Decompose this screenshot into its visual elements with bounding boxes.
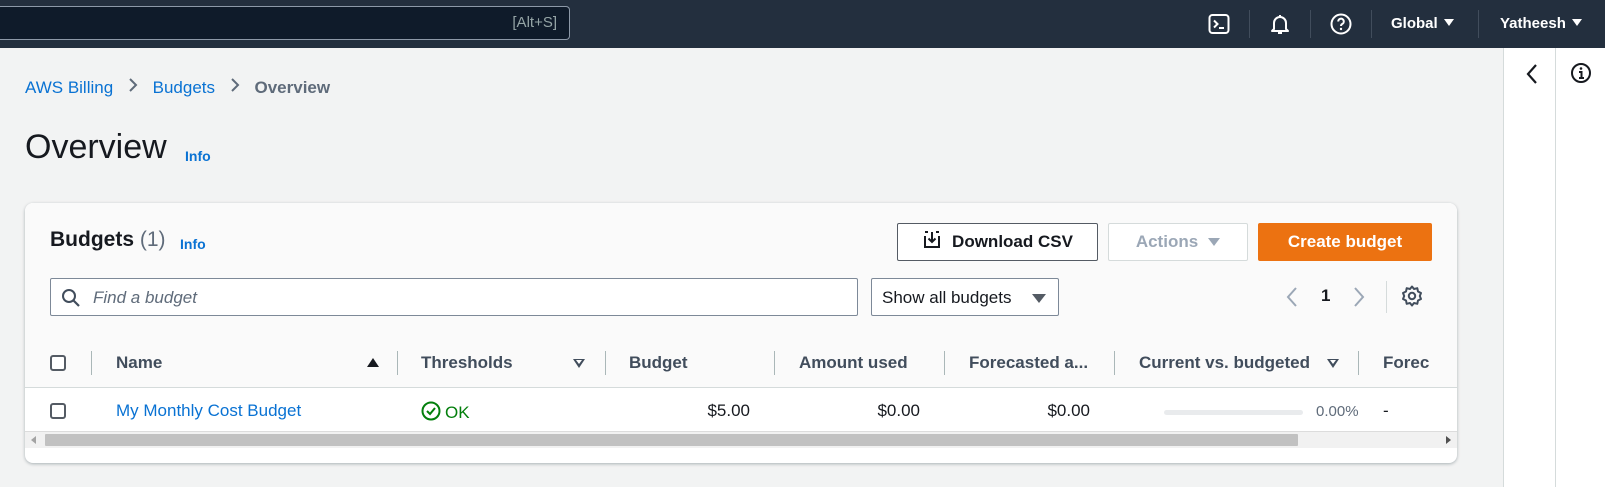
budget-amount: $5.00	[707, 401, 750, 420]
previous-page-button[interactable]	[1285, 286, 1299, 313]
current-vs-budgeted-percent: 0.00%	[1316, 403, 1359, 420]
search-icon	[61, 288, 81, 313]
breadcrumb-separator-icon	[128, 77, 138, 98]
column-header-forecasted[interactable]: Forecasted a...	[969, 353, 1088, 373]
column-divider[interactable]	[1114, 351, 1115, 375]
next-page-button[interactable]	[1352, 286, 1366, 313]
check-circle-icon	[421, 401, 441, 421]
pagination-divider	[1386, 281, 1387, 313]
horizontal-scrollbar[interactable]	[25, 431, 1457, 448]
user-label: Yatheesh	[1500, 15, 1566, 32]
table-row: My Monthly Cost Budget OK $5.00 $0.00 $0…	[25, 388, 1457, 434]
current-page-number[interactable]: 1	[1321, 286, 1330, 306]
sort-icon[interactable]	[1327, 359, 1339, 368]
chevron-left-icon[interactable]	[1524, 62, 1540, 91]
scroll-left-arrow-icon[interactable]	[31, 436, 36, 444]
create-budget-label: Create budget	[1287, 232, 1403, 251]
nav-divider	[1310, 10, 1311, 38]
find-budget-field[interactable]	[50, 278, 858, 317]
settings-gear-icon[interactable]	[1400, 284, 1424, 313]
budget-filter-value: Show all budgets	[882, 288, 1012, 307]
global-search-input[interactable]: [Alt+S]	[0, 6, 570, 40]
breadcrumb-aws-billing[interactable]: AWS Billing	[25, 78, 113, 97]
caret-down-icon	[1032, 294, 1046, 303]
threshold-status-label: OK	[445, 403, 470, 422]
column-divider	[91, 351, 92, 375]
budget-name-link[interactable]: My Monthly Cost Budget	[116, 401, 301, 421]
page-title: Overview	[25, 128, 167, 166]
column-divider[interactable]	[397, 351, 398, 375]
column-header-thresholds[interactable]: Thresholds	[421, 353, 513, 373]
current-vs-budgeted-progress-bar	[1164, 410, 1303, 415]
nav-divider	[1371, 10, 1372, 38]
budget-filter-select[interactable]: Show all budgets	[871, 278, 1059, 316]
column-divider[interactable]	[605, 351, 606, 375]
scroll-right-arrow-icon[interactable]	[1446, 436, 1451, 444]
actions-label: Actions	[1135, 232, 1199, 251]
breadcrumb-current: Overview	[254, 78, 331, 97]
sort-icon[interactable]	[573, 359, 585, 368]
column-header-forecasted-vs-budgeted[interactable]: Forec	[1383, 353, 1429, 373]
download-csv-button[interactable]: Download CSV	[897, 223, 1098, 261]
forecasted-amount: $0.00	[1047, 401, 1090, 420]
budgets-title: Budgets	[50, 228, 134, 251]
region-label: Global	[1391, 15, 1438, 32]
search-shortcut-hint: [Alt+S]	[512, 14, 557, 31]
top-nav-bar: [Alt+S] Global Yatheesh	[0, 0, 1605, 48]
breadcrumb: AWS Billing Budgets Overview	[25, 77, 330, 98]
scrollbar-thumb[interactable]	[45, 434, 1298, 446]
budgets-table-container: Budgets (1) Info Download CSV Actions Cr…	[25, 203, 1457, 463]
column-header-name[interactable]: Name	[116, 353, 162, 373]
caret-down-icon	[1208, 238, 1221, 246]
threshold-status: OK	[421, 401, 470, 423]
column-header-amount-used[interactable]: Amount used	[799, 353, 908, 373]
budgets-heading: Budgets (1)	[50, 228, 166, 252]
caret-down-icon	[1571, 19, 1582, 26]
row-checkbox[interactable]	[50, 403, 66, 419]
sort-ascending-icon[interactable]	[367, 358, 379, 367]
breadcrumb-budgets[interactable]: Budgets	[153, 78, 215, 97]
forecasted-vs-budgeted-value: -	[1383, 401, 1389, 420]
nav-divider	[1478, 10, 1479, 38]
cloudshell-icon[interactable]	[1207, 12, 1231, 36]
table-header-row: Name Thresholds Budget Amount used Forec…	[25, 339, 1457, 388]
breadcrumb-separator-icon	[230, 77, 240, 98]
column-header-current-vs-budgeted[interactable]: Current vs. budgeted	[1139, 353, 1310, 373]
bell-icon[interactable]	[1268, 12, 1292, 36]
actions-dropdown-button[interactable]: Actions	[1108, 223, 1248, 261]
select-all-checkbox[interactable]	[50, 355, 66, 371]
create-budget-button[interactable]: Create budget	[1258, 223, 1432, 261]
panel-divider	[1555, 48, 1556, 487]
column-header-budget[interactable]: Budget	[629, 353, 688, 373]
download-csv-label: Download CSV	[952, 232, 1073, 251]
budgets-info-link[interactable]: Info	[180, 236, 206, 252]
tools-panel-rail	[1503, 48, 1605, 487]
caret-down-icon	[1443, 19, 1454, 26]
region-selector[interactable]: Global	[1391, 15, 1454, 32]
account-menu[interactable]: Yatheesh	[1500, 15, 1582, 32]
column-divider[interactable]	[1358, 351, 1359, 375]
column-divider[interactable]	[944, 351, 945, 375]
amount-used: $0.00	[877, 401, 920, 420]
download-icon	[922, 230, 942, 255]
help-icon[interactable]	[1329, 12, 1353, 36]
nav-divider	[1249, 10, 1250, 38]
find-budget-input[interactable]	[91, 279, 835, 317]
page-info-link[interactable]: Info	[185, 148, 211, 164]
info-circle-icon[interactable]	[1570, 62, 1592, 89]
column-divider[interactable]	[774, 351, 775, 375]
budgets-count: (1)	[139, 228, 166, 251]
budgets-table-header: Budgets (1) Info Download CSV Actions Cr…	[25, 203, 1457, 340]
